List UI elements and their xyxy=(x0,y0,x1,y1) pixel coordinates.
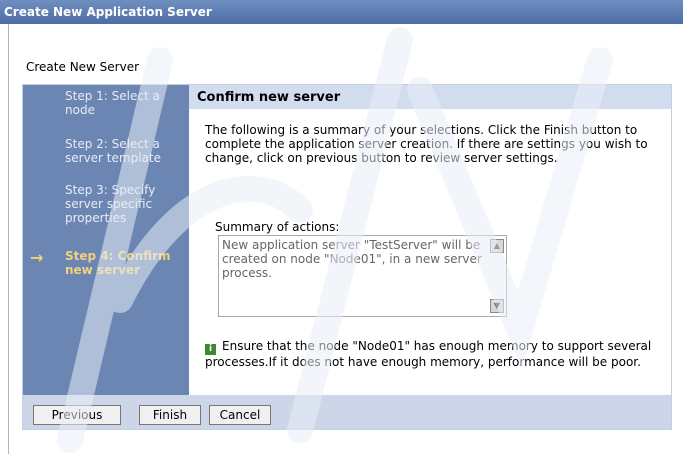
description-text: The following is a summary of your selec… xyxy=(205,123,648,165)
step-3: Step 3: Specify server specific properti… xyxy=(65,183,156,225)
button-bar: Previous Finish Cancel xyxy=(23,395,671,429)
step-2: Step 2: Select a server template xyxy=(65,137,161,165)
page-title: Create New Server xyxy=(26,60,140,74)
wizard-content: Confirm new server The following is a su… xyxy=(189,85,671,395)
info-text: Ensure that the node "Node01" has enough… xyxy=(205,339,652,369)
summary-label: Summary of actions: xyxy=(215,220,340,234)
step-1: Step 1: Select a node xyxy=(65,89,160,117)
window-title: Create New Application Server xyxy=(0,0,683,24)
content-header: Confirm new server xyxy=(189,85,671,109)
current-step-arrow-icon: → xyxy=(30,248,44,267)
step-4-current: Step 4: Confirm new server xyxy=(65,249,171,277)
info-icon: i xyxy=(205,344,216,355)
finish-button[interactable]: Finish xyxy=(139,405,201,425)
scroll-up-icon[interactable]: ▲ xyxy=(490,239,504,253)
summary-text: New application server "TestServer" will… xyxy=(222,238,482,280)
info-message: i Ensure that the node "Node01" has enoug… xyxy=(205,339,667,369)
previous-button[interactable]: Previous xyxy=(33,405,121,425)
cancel-button[interactable]: Cancel xyxy=(209,405,271,425)
summary-textarea[interactable]: New application server "TestServer" will… xyxy=(218,235,507,317)
wizard-steps: Step 1: Select a node Step 2: Select a s… xyxy=(23,85,189,395)
scroll-down-icon[interactable]: ▼ xyxy=(490,299,504,313)
wizard-panel: Step 1: Select a node Step 2: Select a s… xyxy=(22,84,672,430)
